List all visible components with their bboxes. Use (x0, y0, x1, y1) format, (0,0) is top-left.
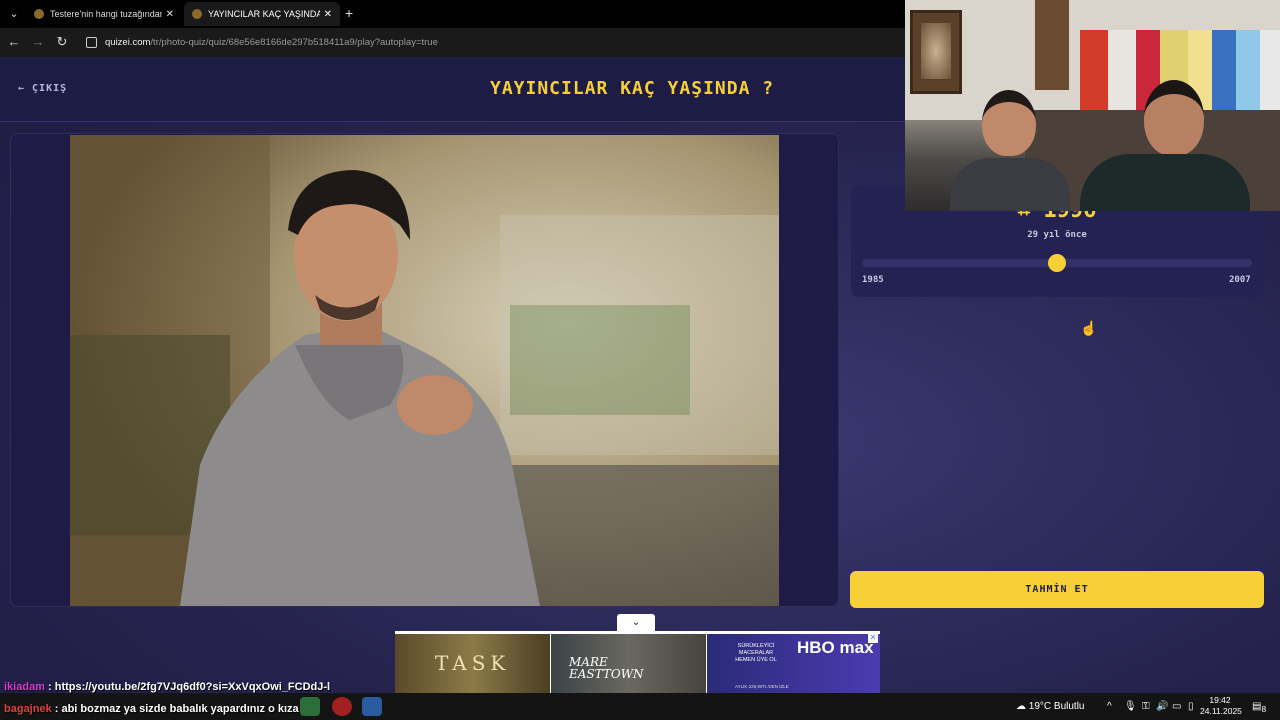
chat-text: abi bozmaz ya sizde babalık yapardınız o… (61, 703, 299, 715)
reload-icon[interactable]: ↻ (54, 34, 70, 50)
ad-panel-hbomax[interactable]: SÜRÜKLEYİCİ MACERALAR HEMEN ÜYE OL HBO ma… (707, 634, 880, 693)
app-taskbar-icon[interactable] (362, 697, 382, 716)
tray-chevron-icon[interactable]: ^ (1107, 701, 1112, 712)
notification-count: 8 (1261, 704, 1267, 714)
network-icon[interactable]: ⚿ (1142, 701, 1150, 712)
quiz-photo-image (70, 135, 779, 606)
ad-panel-task[interactable]: TASK (395, 634, 550, 693)
year-slider-handle[interactable] (1048, 254, 1066, 272)
chat-message: bagajnek : abi bozmaz ya sizde babalık y… (4, 703, 299, 715)
ad-promo-text: SÜRÜKLEYİCİ MACERALAR HEMEN ÜYE OL (735, 643, 777, 663)
webcam-door (1035, 0, 1069, 90)
webcam-person-right (1080, 78, 1250, 211)
ad-mare-line2: EASTTOWN (569, 667, 644, 681)
ad-mare-text: MARE EASTTOWN (569, 656, 644, 680)
chat-username: ikiadam (4, 681, 45, 693)
volume-icon[interactable]: 🔊 (1156, 701, 1168, 712)
back-arrow-icon[interactable]: ← (6, 34, 22, 50)
slider-min-label: 1985 (862, 275, 884, 285)
site-info-icon[interactable] (86, 37, 97, 48)
tab-favicon-icon (192, 9, 202, 19)
tab-close-icon[interactable]: ✕ (324, 9, 332, 20)
chat-message: ikiadam : https://youtu.be/2fg7VJq6df0?s… (4, 681, 331, 693)
collapse-chevron-icon[interactable]: ⌄ (617, 614, 655, 631)
new-tab-button[interactable]: + (345, 5, 353, 21)
page-title: YAYINCILAR KAÇ YAŞINDA ? (490, 78, 775, 99)
url-path: /tr/photo-quiz/quiz/68e56e8166de297b5184… (150, 37, 438, 48)
clock-date: 24.11.2025 (1200, 706, 1242, 716)
ad-task-text: TASK (435, 651, 511, 675)
weather-widget[interactable]: ☁ 19°C Bulutlu (1016, 701, 1084, 712)
tab-label: YAYINCILAR KAÇ YAŞINDA ? - Q (208, 9, 320, 19)
cloud-icon: ☁ (1016, 701, 1026, 712)
webcam-overlay (905, 0, 1280, 211)
hand-cursor-icon: ☝ (1080, 320, 1098, 336)
tab-close-icon[interactable]: ✕ (166, 9, 174, 20)
years-ago-label: 29 yıl önce (1027, 230, 1087, 240)
tab-favicon-icon (34, 9, 44, 19)
ad-terms-text: AYLIK 229,90TL'DEN İZLE (735, 684, 789, 689)
ad-banner[interactable]: TASK MARE EASTTOWN SÜRÜKLEYİCİ MACERALAR H… (395, 631, 880, 693)
url-field[interactable]: quizei.com/tr/photo-quiz/quiz/68e56e8166… (105, 37, 438, 48)
browser-tab-active[interactable]: YAYINCILAR KAÇ YAŞINDA ? - Q ✕ (184, 2, 340, 26)
forward-arrow-icon[interactable]: → (30, 34, 46, 50)
ad-panel-mare[interactable]: MARE EASTTOWN (551, 634, 706, 693)
url-host: quizei.com (105, 37, 151, 48)
chrome-taskbar-icon[interactable] (300, 697, 320, 716)
obs-taskbar-icon[interactable] (332, 697, 352, 716)
browser-tab[interactable]: Testere'nin hangi tuzağından k ✕ (26, 2, 182, 26)
microphone-icon[interactable]: 🎙 (1124, 701, 1137, 712)
chat-username: bagajnek (4, 703, 52, 715)
clock-time: 19:42 (1209, 695, 1231, 705)
tab-search-icon[interactable]: ⌄ (6, 6, 22, 22)
battery-icon[interactable]: ▯ (1188, 701, 1194, 712)
browser-tab-strip: ⌄ Testere'nin hangi tuzağından k ✕ YAYIN… (0, 0, 905, 28)
chat-text: https://youtu.be/2fg7VJq6df0?si=XxVqxOwi… (54, 681, 331, 693)
page-header: ← ÇIKIŞ YAYINCILAR KAÇ YAŞINDA ? (0, 57, 905, 122)
address-bar: ← → ↻ quizei.com/tr/photo-quiz/quiz/68e5… (0, 28, 905, 57)
quiz-photo (70, 135, 779, 606)
webcam-portrait (910, 10, 962, 94)
slider-max-label: 2007 (1229, 275, 1251, 285)
hbo-max-logo: HBO max (797, 638, 874, 657)
notification-icon[interactable]: ▤8 (1252, 701, 1266, 714)
ad-close-icon[interactable]: ✕ (868, 633, 878, 643)
webcam-person-left (950, 88, 1070, 211)
system-clock[interactable]: 19:42 24.11.2025 (1200, 695, 1242, 717)
display-icon[interactable]: ▭ (1172, 701, 1181, 712)
tab-label: Testere'nin hangi tuzağından k (50, 9, 162, 19)
exit-button[interactable]: ← ÇIKIŞ (18, 83, 67, 94)
submit-guess-button[interactable]: TAHMİN ET (850, 571, 1264, 608)
weather-text: 19°C Bulutlu (1028, 701, 1085, 712)
